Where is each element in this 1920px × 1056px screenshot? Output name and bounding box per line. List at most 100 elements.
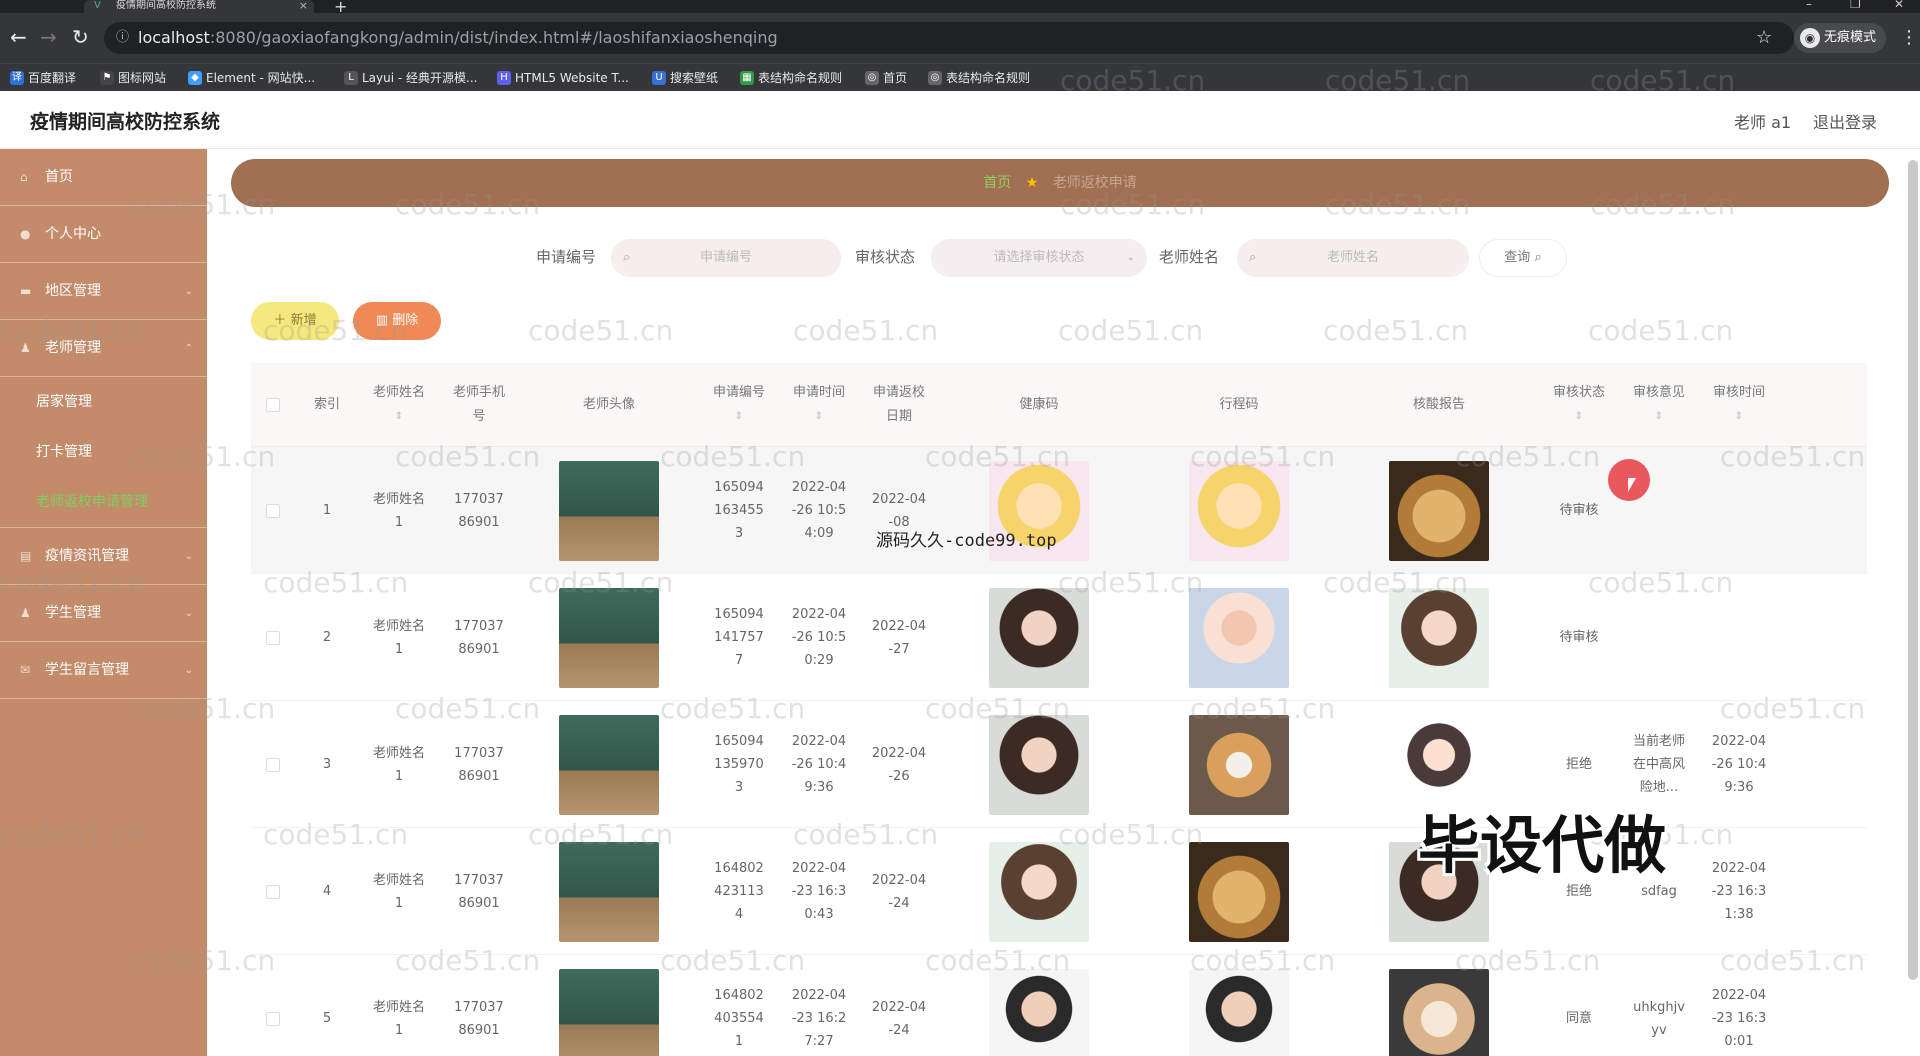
incognito-profile[interactable]: ◉ 无痕模式 xyxy=(1794,23,1887,53)
sheet-icon: ▦ xyxy=(740,71,754,85)
minimize-icon[interactable]: – xyxy=(1806,0,1812,11)
status-select[interactable]: 请选择审核状态 ⌄ xyxy=(931,239,1147,277)
row-checkbox[interactable] xyxy=(266,884,280,899)
bookmark-item[interactable]: ▦ 表结构命名规则 xyxy=(740,64,842,92)
cell-code: 1650941417577 xyxy=(714,607,764,668)
col-review-time[interactable]: 审核时间 ⇕ xyxy=(1699,363,1779,447)
sidebar-item-student[interactable]: ♟ 学生管理 ⌄ xyxy=(0,585,207,642)
message-icon: ✉ xyxy=(20,663,31,677)
col-avatar[interactable]: 老师头像 xyxy=(519,363,699,447)
element-icon: ◆ xyxy=(188,71,202,85)
search-code-label: 申请编号 xyxy=(536,248,597,266)
maximize-icon[interactable]: ❐ xyxy=(1850,0,1861,11)
health-code-image[interactable] xyxy=(989,968,1089,1056)
close-window-icon[interactable]: ✕ xyxy=(1894,0,1904,11)
select-all-checkbox[interactable] xyxy=(251,363,295,447)
itinerary-code-image[interactable] xyxy=(1189,460,1289,561)
bookmarks-bar: 译百度翻译 ⚑ 图标网站 ◆ Element - 网站快... L Layui - 经… xyxy=(0,63,1920,91)
row-checkbox[interactable] xyxy=(266,757,280,772)
sidebar-item-news[interactable]: ▤ 疫情资讯管理 ⌄ xyxy=(0,528,207,585)
nucleic-report-image[interactable] xyxy=(1389,460,1489,561)
search-code-input[interactable]: ⌕ 申请编号 xyxy=(611,239,841,277)
delete-button[interactable]: ▥ 删除 xyxy=(353,302,441,340)
breadcrumb-home[interactable]: 首页 xyxy=(983,175,1011,191)
health-code-image[interactable] xyxy=(989,587,1089,688)
sidebar-item-region[interactable]: ▬ 地区管理 ⌄ xyxy=(0,263,207,320)
col-itinerary-code[interactable]: 行程码 xyxy=(1139,363,1339,447)
sort-icon[interactable]: ⇕ xyxy=(735,405,743,429)
sidebar-item-home[interactable]: ⌂ 首页 xyxy=(0,149,207,206)
bookmark-item[interactable]: ◆ Element - 网站快... xyxy=(188,64,315,92)
page-scrollbar[interactable] xyxy=(1908,160,1918,980)
sort-icon[interactable]: ⇕ xyxy=(815,405,823,429)
wallpaper-icon: U xyxy=(652,71,666,85)
bookmark-item[interactable]: U 搜索壁纸 xyxy=(652,64,718,92)
health-code-image[interactable] xyxy=(989,841,1089,942)
sort-icon[interactable]: ⇕ xyxy=(1575,405,1583,429)
close-tab-icon[interactable]: × xyxy=(299,0,308,11)
bookmark-item[interactable]: 译百度翻译 xyxy=(10,64,76,92)
sidebar-item-profile[interactable]: ● 个人中心 xyxy=(0,206,207,263)
cell-code: 1650941634553 xyxy=(714,480,764,541)
table-row[interactable]: 5 老师姓名1 17703786901 1648024035541 2022-0… xyxy=(251,955,1867,1056)
col-opinion[interactable]: 审核意见 ⇕ xyxy=(1619,363,1699,447)
browser-tab[interactable]: V 疫情期间高校防控系统 × xyxy=(84,0,314,13)
bookmark-item[interactable]: ◎ 表结构命名规则 xyxy=(928,64,1030,92)
query-button[interactable]: 查询 ⌕ xyxy=(1479,239,1567,277)
cell-review-time xyxy=(1699,574,1779,701)
cell-return-date: 2022-04-08 xyxy=(871,491,927,530)
teacher-avatar-image[interactable] xyxy=(559,460,659,561)
cell-opinion xyxy=(1619,574,1699,701)
sidebar-subitem-home-quarantine[interactable]: 居家管理 xyxy=(0,377,207,427)
col-apply-time[interactable]: 申请时间 ⇕ xyxy=(779,363,859,447)
row-checkbox[interactable] xyxy=(266,630,280,645)
row-checkbox[interactable] xyxy=(266,1011,280,1026)
logout-link[interactable]: 退出登录 xyxy=(1813,109,1877,133)
cell-return-date: 2022-04-24 xyxy=(871,999,927,1038)
health-code-image[interactable] xyxy=(989,714,1089,815)
sort-icon[interactable]: ⇕ xyxy=(1735,405,1743,429)
bookmark-item[interactable]: ◎ 首页 xyxy=(865,64,907,92)
table-row[interactable]: 2 老师姓名1 17703786901 1650941417577 2022-0… xyxy=(251,574,1867,701)
col-teacher-phone[interactable]: 老师手机号 xyxy=(439,363,519,447)
cell-review-time: 2022-04-23 16:31:38 xyxy=(1711,861,1767,922)
teacher-avatar-image[interactable] xyxy=(559,841,659,942)
browser-menu-icon[interactable]: ⋮ xyxy=(1900,27,1918,48)
flag-icon: ⚑ xyxy=(100,71,114,85)
bookmark-star-icon[interactable]: ☆ xyxy=(1756,27,1772,48)
reload-icon[interactable]: ↻ xyxy=(72,25,89,49)
itinerary-code-image[interactable] xyxy=(1189,587,1289,688)
col-health-code[interactable]: 健康码 xyxy=(939,363,1139,447)
site-info-icon[interactable]: ⓘ xyxy=(116,22,129,54)
col-return-date[interactable]: 申请返校日期 xyxy=(859,363,939,447)
bookmark-item[interactable]: ⚑ 图标网站 xyxy=(100,64,166,92)
sidebar-subitem-return-application[interactable]: 老师返校申请管理 xyxy=(0,477,207,527)
col-teacher-name[interactable]: 老师姓名 ⇕ xyxy=(359,363,439,447)
url-field[interactable]: ⓘ localhost:8080/gaoxiaofangkong/admin/d… xyxy=(104,22,1794,54)
sidebar-item-messages[interactable]: ✉ 学生留言管理 ⌄ xyxy=(0,642,207,699)
add-button[interactable]: ＋ 新增 xyxy=(251,302,339,340)
sort-icon[interactable]: ⇕ xyxy=(395,405,403,429)
nucleic-report-image[interactable] xyxy=(1389,968,1489,1056)
forward-icon[interactable]: → xyxy=(40,25,57,49)
nucleic-report-image[interactable] xyxy=(1389,587,1489,688)
search-name-input[interactable]: ⌕ 老师姓名 xyxy=(1237,239,1469,277)
col-code[interactable]: 申请编号 ⇕ xyxy=(699,363,779,447)
sidebar-subitem-checkin[interactable]: 打卡管理 xyxy=(0,427,207,477)
bookmark-item[interactable]: L Layui - 经典开源模... xyxy=(344,64,477,92)
row-checkbox[interactable] xyxy=(266,503,280,518)
teacher-avatar-image[interactable] xyxy=(559,714,659,815)
itinerary-code-image[interactable] xyxy=(1189,841,1289,942)
col-nucleic-report[interactable]: 核酸报告 xyxy=(1339,363,1539,447)
teacher-avatar-image[interactable] xyxy=(559,587,659,688)
back-icon[interactable]: ← xyxy=(10,25,27,49)
teacher-avatar-image[interactable] xyxy=(559,968,659,1056)
browser-tab-strip: V 疫情期间高校防控系统 × + – ❐ ✕ xyxy=(0,0,1920,16)
col-status[interactable]: 审核状态 ⇕ xyxy=(1539,363,1619,447)
sidebar-item-teacher[interactable]: ♟ 老师管理 ⌃ xyxy=(0,320,207,377)
sort-icon[interactable]: ⇕ xyxy=(1655,405,1663,429)
itinerary-code-image[interactable] xyxy=(1189,968,1289,1056)
cell-code: 1648024035541 xyxy=(714,988,764,1049)
itinerary-code-image[interactable] xyxy=(1189,714,1289,815)
bookmark-item[interactable]: H HTML5 Website T... xyxy=(497,64,629,92)
